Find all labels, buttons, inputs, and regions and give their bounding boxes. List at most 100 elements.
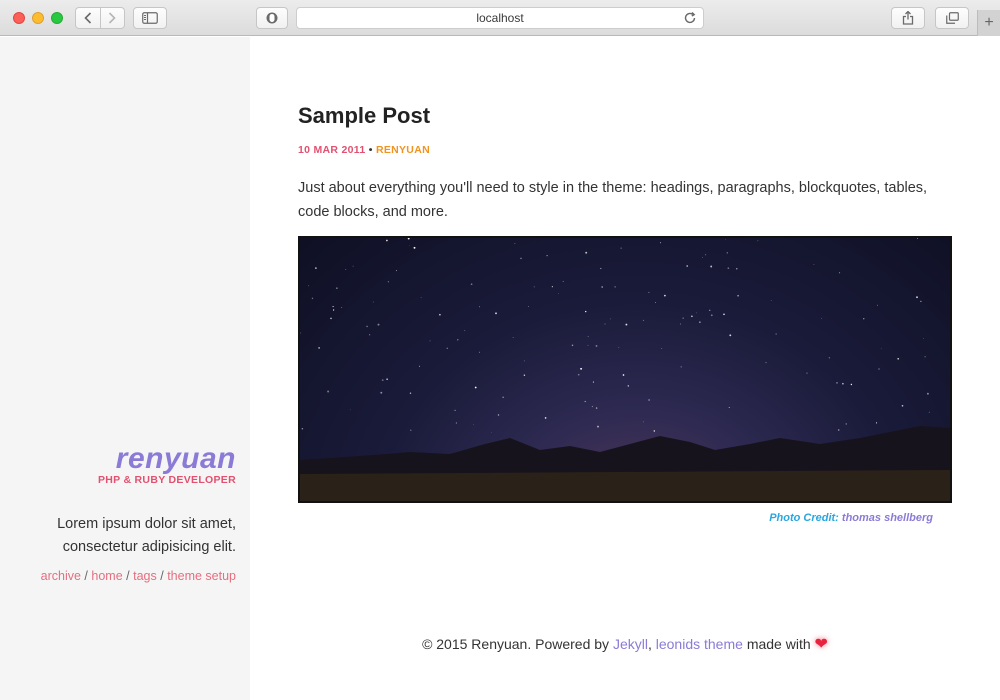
share-button[interactable]	[891, 7, 925, 29]
star	[928, 411, 930, 413]
star	[457, 339, 459, 341]
photo-credit: Photo Credit: thomas shellberg	[769, 512, 933, 524]
star	[591, 405, 594, 408]
star	[523, 360, 525, 362]
shield-icon	[266, 12, 278, 24]
star	[580, 367, 583, 370]
star	[420, 296, 422, 298]
star	[409, 244, 410, 246]
nav-separator: /	[84, 569, 88, 583]
star	[757, 240, 759, 242]
jekyll-link[interactable]: Jekyll	[613, 636, 648, 652]
forward-button[interactable]	[101, 8, 125, 28]
star	[533, 286, 535, 288]
star	[454, 409, 456, 412]
nav-separator: /	[126, 569, 130, 583]
forward-icon	[109, 12, 116, 24]
post-date: 10 MAR 2011	[298, 144, 366, 156]
star	[680, 323, 682, 325]
star	[455, 422, 457, 424]
star	[587, 336, 589, 338]
star	[627, 385, 630, 387]
star	[352, 265, 354, 267]
star	[429, 340, 431, 342]
star	[514, 243, 516, 244]
star	[836, 382, 838, 384]
star	[558, 293, 559, 294]
post-title[interactable]: Sample Post	[298, 103, 430, 129]
star	[705, 254, 707, 256]
star	[710, 314, 713, 317]
star	[828, 357, 831, 359]
zoom-window-button[interactable]	[51, 12, 63, 24]
star	[710, 265, 713, 268]
star	[439, 313, 441, 316]
star	[387, 281, 390, 283]
site-name[interactable]: renyuan	[98, 442, 236, 476]
address-bar[interactable]: localhost	[296, 7, 704, 29]
star	[729, 334, 732, 337]
star	[725, 239, 726, 240]
star	[622, 374, 625, 376]
star	[837, 429, 840, 431]
post-author[interactable]: RENYUAN	[376, 144, 430, 156]
star	[386, 239, 388, 242]
star	[332, 309, 335, 311]
star	[699, 321, 701, 323]
home-link[interactable]: home	[91, 569, 122, 583]
star	[551, 286, 553, 288]
star	[491, 432, 492, 434]
reload-icon[interactable]	[683, 11, 697, 25]
star	[845, 423, 847, 425]
footer-copyright: © 2015 Renyuan. Powered by	[422, 636, 610, 652]
tags-link[interactable]: tags	[133, 569, 157, 583]
close-window-button[interactable]	[13, 12, 25, 24]
star	[300, 332, 301, 334]
star	[916, 296, 918, 299]
star	[737, 294, 739, 297]
star	[585, 310, 587, 313]
sidebar-toggle-button[interactable]	[133, 7, 167, 29]
star	[723, 313, 725, 316]
star	[327, 390, 330, 393]
star	[696, 312, 697, 314]
star	[770, 300, 772, 301]
star	[587, 344, 589, 346]
theme-setup-link[interactable]: theme setup	[167, 569, 236, 583]
photo-credit-name[interactable]: thomas shellberg	[842, 512, 933, 524]
post-description: Just about everything you'll need to sty…	[298, 180, 928, 220]
back-button[interactable]	[76, 8, 101, 28]
sidebar-nav: archive / home / tags / theme setup	[41, 569, 236, 583]
star	[876, 304, 878, 306]
star	[642, 421, 644, 423]
star	[821, 318, 823, 319]
archive-link[interactable]: archive	[41, 569, 81, 583]
star	[924, 356, 926, 358]
star	[620, 247, 622, 249]
star	[614, 286, 616, 288]
star	[916, 238, 919, 239]
star	[648, 291, 650, 293]
night-sky-photo	[298, 236, 952, 503]
star	[648, 399, 650, 401]
star	[775, 333, 777, 335]
star	[571, 344, 574, 347]
star	[806, 372, 808, 374]
privacy-button[interactable]	[256, 7, 288, 29]
star	[595, 407, 598, 409]
star	[880, 348, 882, 350]
star	[372, 301, 374, 303]
tabs-icon	[945, 12, 959, 24]
star	[604, 323, 606, 325]
star	[336, 287, 338, 289]
theme-link[interactable]: leonids theme	[656, 636, 743, 652]
site-role: PHP & RUBY DEVELOPER	[97, 474, 236, 486]
star	[369, 334, 371, 336]
star	[618, 347, 620, 348]
star	[653, 430, 656, 432]
star	[377, 323, 380, 326]
star	[585, 251, 588, 254]
minimize-window-button[interactable]	[32, 12, 44, 24]
new-tab-button[interactable]: +	[977, 10, 1000, 36]
show-tabs-button[interactable]	[935, 7, 969, 29]
